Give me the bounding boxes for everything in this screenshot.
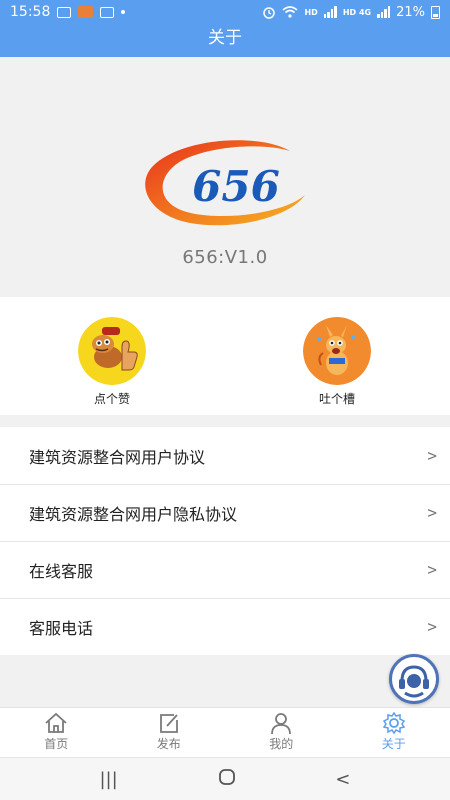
bottom-tab-bar: 首页 发布 我的 关于 (0, 707, 450, 757)
recents-icon[interactable]: ||| (99, 769, 117, 790)
menu-item-label: 建筑资源整合网用户隐私协议 (29, 504, 238, 524)
customer-service-headset-icon (399, 665, 429, 698)
tab-label: 关于 (381, 737, 406, 751)
battery-percent: 21% (396, 4, 425, 20)
about-menu: 建筑资源整合网用户协议 > 建筑资源整合网用户隐私协议 > 在线客服 > 客服电… (0, 427, 450, 655)
status-right: HD HD 4G 21% (262, 5, 440, 20)
menu-item-privacy-agreement[interactable]: 建筑资源整合网用户隐私协议 > (0, 484, 450, 541)
app-logo: 656 (145, 140, 305, 226)
chevron-right-icon: > (427, 560, 437, 579)
gallery-icon (57, 6, 72, 18)
battery-icon (431, 5, 440, 19)
app-notification-icon (78, 6, 94, 18)
home-icon (45, 712, 67, 733)
menu-item-label: 在线客服 (29, 561, 94, 581)
feedback-actions: 点个赞 吐个槽 (0, 297, 450, 415)
chevron-right-icon: > (427, 446, 437, 465)
thumbs-up-dog-icon (78, 317, 146, 385)
complaining-kangaroo-icon (303, 317, 371, 385)
menu-item-label: 建筑资源整合网用户协议 (29, 447, 206, 467)
customer-service-float-button[interactable] (389, 654, 439, 704)
like-label: 点个赞 (93, 392, 130, 406)
network-label-2: HD 4G (342, 7, 372, 17)
tab-publish[interactable]: 发布 (113, 708, 226, 757)
page-title: 关于 (208, 28, 242, 48)
person-icon (271, 713, 292, 735)
edit-icon (159, 714, 178, 733)
title-bar: 关于 (0, 24, 450, 57)
tab-about[interactable]: 关于 (338, 708, 450, 757)
app-version: 656:V1.0 (182, 247, 268, 268)
chevron-right-icon: > (427, 503, 437, 522)
status-bar: 15:58 HD HD 4G 21% (0, 0, 450, 24)
message-icon (100, 6, 115, 18)
more-notifications-icon (121, 10, 126, 14)
home-circle-icon[interactable] (217, 767, 237, 792)
logo-text: 656 (192, 162, 280, 211)
like-button[interactable]: 点个赞 (67, 317, 157, 407)
status-time: 15:58 (10, 4, 51, 20)
complain-button[interactable]: 吐个槽 (292, 317, 382, 407)
tab-home[interactable]: 首页 (0, 708, 113, 757)
chevron-right-icon: > (427, 617, 437, 636)
alarm-icon (263, 7, 276, 19)
network-label-1: HD (304, 7, 318, 17)
signal-icon-2 (377, 6, 391, 18)
tab-label: 我的 (269, 737, 294, 751)
tab-mine[interactable]: 我的 (225, 708, 338, 757)
tab-label: 发布 (156, 737, 181, 751)
wifi-icon (282, 6, 299, 18)
status-left: 15:58 (10, 4, 126, 20)
signal-icon-1 (323, 6, 337, 18)
gear-icon (382, 711, 405, 735)
complain-label: 吐个槽 (318, 392, 355, 406)
menu-item-label: 客服电话 (29, 618, 94, 638)
menu-item-service-phone[interactable]: 客服电话 > (0, 598, 450, 655)
about-header: 656 656:V1.0 (0, 57, 450, 297)
system-nav-bar: ||| < (0, 757, 450, 800)
tab-label: 首页 (44, 737, 69, 751)
menu-item-online-service[interactable]: 在线客服 > (0, 541, 450, 598)
back-icon[interactable]: < (335, 769, 350, 790)
menu-item-user-agreement[interactable]: 建筑资源整合网用户协议 > (0, 427, 450, 484)
